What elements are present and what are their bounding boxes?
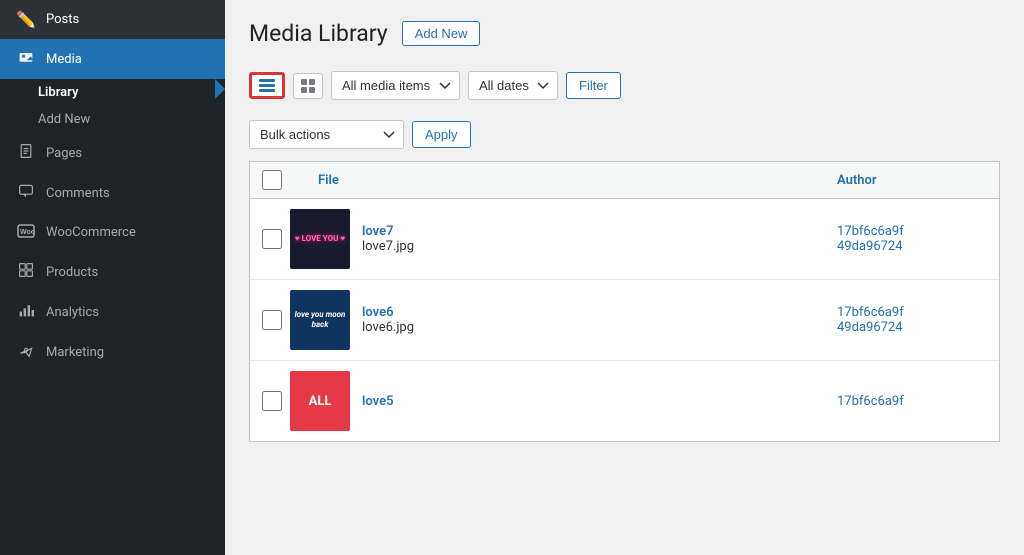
add-new-button[interactable]: Add New	[402, 21, 481, 46]
love7-author[interactable]: 17bf6c6a9f 49da96724	[837, 224, 987, 254]
sidebar-item-media[interactable]: Media	[0, 39, 225, 79]
sidebar-item-comments-label: Comments	[46, 186, 110, 201]
date-filter-select[interactable]: All dates	[468, 71, 558, 100]
love5-thumbnail: ALL	[290, 371, 350, 431]
products-icon	[16, 262, 36, 282]
love6-filename-link[interactable]: love6	[362, 305, 837, 320]
love6-ext: love6.jpg	[362, 320, 837, 335]
love5-info: love5	[362, 394, 837, 409]
table-row: ♥ LOVE YOU ♥ love7 love7.jpg 17bf6c6a9f …	[250, 199, 999, 280]
toolbar: All media items Images Audio Video Docum…	[249, 63, 1000, 108]
comments-icon	[16, 183, 36, 203]
table-row: love you moon back love6 love6.jpg 17bf6…	[250, 280, 999, 361]
love6-thumbnail: love you moon back	[290, 290, 350, 350]
analytics-icon	[16, 302, 36, 322]
table-row: ALL love5 17bf6c6a9f	[250, 361, 999, 441]
grid-view-button[interactable]	[293, 73, 323, 99]
love7-info: love7 love7.jpg	[362, 224, 837, 254]
bulk-actions-select[interactable]: Bulk actions Delete Permanently	[249, 120, 404, 149]
select-all-checkbox[interactable]	[262, 170, 282, 190]
media-table: File Author ♥ LOVE YOU ♥ love7 love7.jpg…	[249, 161, 1000, 442]
sidebar-item-woocommerce-label: WooCommerce	[46, 225, 136, 240]
love7-thumbnail: ♥ LOVE YOU ♥	[290, 209, 350, 269]
love6-info: love6 love6.jpg	[362, 305, 837, 335]
love5-checkbox[interactable]	[262, 391, 282, 411]
love7-checkbox[interactable]	[262, 229, 282, 249]
sidebar-item-posts[interactable]: ✏️ Posts	[0, 0, 225, 39]
list-view-button[interactable]	[249, 72, 285, 99]
sidebar-item-pages-label: Pages	[46, 146, 82, 161]
sidebar-item-marketing-label: Marketing	[46, 345, 104, 360]
love5-filename-link[interactable]: love5	[362, 394, 837, 409]
author-column-header: Author	[837, 173, 987, 188]
main-content: Media Library Add New	[225, 0, 1024, 555]
love6-author[interactable]: 17bf6c6a9f 49da96724	[837, 305, 987, 335]
table-header: File Author	[250, 162, 999, 199]
sidebar-item-pages[interactable]: Pages	[0, 133, 225, 173]
filter-button[interactable]: Filter	[566, 72, 621, 99]
pages-icon	[16, 143, 36, 163]
file-column-header: File	[290, 173, 837, 188]
sidebar-item-products-label: Products	[46, 265, 98, 280]
sidebar-item-media-label: Media	[46, 52, 82, 67]
sidebar-item-comments[interactable]: Comments	[0, 173, 225, 213]
sidebar-item-products[interactable]: Products	[0, 252, 225, 292]
apply-button[interactable]: Apply	[412, 121, 471, 148]
posts-icon: ✏️	[16, 10, 36, 29]
sidebar-item-add-new[interactable]: Add New	[0, 106, 225, 133]
page-title: Media Library	[249, 20, 388, 47]
content-area: Media Library Add New	[225, 0, 1024, 555]
svg-text:Woo: Woo	[20, 229, 35, 236]
sidebar-item-woocommerce[interactable]: Woo WooCommerce	[0, 213, 225, 252]
media-filter-select[interactable]: All media items Images Audio Video Docum…	[331, 71, 460, 100]
love7-ext: love7.jpg	[362, 239, 837, 254]
sidebar-item-library[interactable]: Library	[0, 79, 225, 106]
sidebar-item-analytics-label: Analytics	[46, 305, 99, 320]
sidebar-item-add-new-label: Add New	[38, 112, 90, 127]
sidebar-item-marketing[interactable]: Marketing	[0, 332, 225, 372]
media-icon	[16, 49, 36, 69]
bulk-actions-row: Bulk actions Delete Permanently Apply	[249, 120, 1000, 149]
love6-checkbox[interactable]	[262, 310, 282, 330]
sidebar-item-library-label: Library	[38, 85, 78, 100]
marketing-icon	[16, 342, 36, 362]
sidebar-item-posts-label: Posts	[46, 12, 79, 27]
sidebar: ✏️ Posts Media Library Add New	[0, 0, 225, 555]
page-title-row: Media Library Add New	[249, 20, 1000, 47]
woocommerce-icon: Woo	[16, 223, 36, 242]
sidebar-item-analytics[interactable]: Analytics	[0, 292, 225, 332]
love7-filename-link[interactable]: love7	[362, 224, 837, 239]
love5-author[interactable]: 17bf6c6a9f	[837, 394, 987, 409]
